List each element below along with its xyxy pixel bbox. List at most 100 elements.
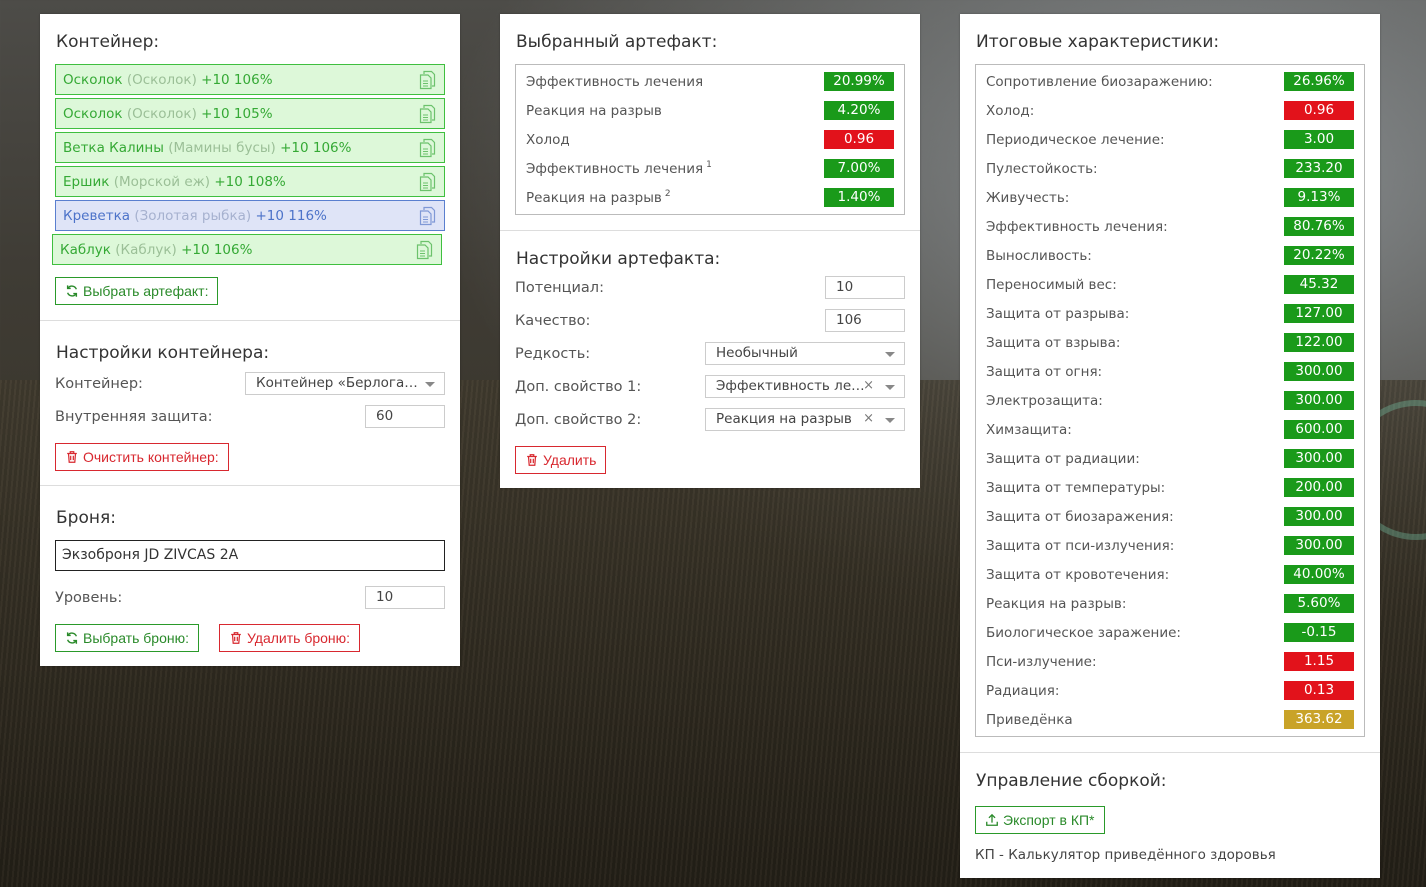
select-artifact-label: Выбрать артефакт: — [83, 283, 209, 299]
container-select-label: Контейнер: — [55, 375, 143, 392]
select-armor-button[interactable]: Выбрать броню: — [55, 624, 199, 652]
armor-name-input[interactable]: Экзоброня JD ZIVCAS 2A — [55, 540, 445, 571]
delete-armor-button[interactable]: Удалить броню: — [219, 624, 361, 652]
trash-icon — [67, 451, 77, 463]
stat-value: 7.00% — [824, 159, 894, 178]
stat-label: Защита от пси-излучения: — [986, 537, 1175, 554]
stat-label: Сопротивление биозаражению: — [986, 73, 1213, 90]
stat-label: Биологическое заражение: — [986, 624, 1181, 641]
trash-icon — [231, 632, 241, 644]
prop1-label: Доп. свойство 1: — [515, 378, 642, 395]
export-label: Экспорт в КП* — [1003, 812, 1095, 828]
item-level: +10 106% — [181, 242, 253, 258]
container-item[interactable]: Каблук (Каблук) +10 106% — [52, 234, 442, 265]
stat-value: 200.00 — [1284, 478, 1354, 497]
stat-row: Пулестойкость: 233.20 — [986, 154, 1354, 183]
stat-value: 300.00 — [1284, 449, 1354, 468]
stat-row: Приведёнка 363.62 — [986, 705, 1354, 734]
stat-label: Периодическое лечение: — [986, 131, 1165, 148]
container-item[interactable]: Ершик (Морской еж) +10 108% — [55, 166, 445, 197]
totals-stats-table: Сопротивление биозаражению: 26.96% Холод: 0… — [975, 64, 1365, 737]
stat-label: Живучесть: — [986, 189, 1070, 206]
stat-label: Химзащита: — [986, 421, 1072, 438]
stat-row: Периодическое лечение: 3.00 — [986, 125, 1354, 154]
copy-icon[interactable] — [419, 70, 436, 90]
potential-input[interactable]: 10 — [825, 276, 905, 299]
item-base: (Осколок) — [126, 72, 197, 88]
item-name: Ершик — [63, 174, 110, 190]
container-title: Контейнер: — [56, 32, 160, 52]
quality-input[interactable]: 106 — [825, 309, 905, 332]
stat-row: Электрозащита: 300.00 — [986, 386, 1354, 415]
rarity-label: Редкость: — [515, 345, 591, 362]
container-item[interactable]: Ветка Калины (Мамины бусы) +10 106% — [55, 132, 445, 163]
prop2-select[interactable]: Реакция на разрыв × — [705, 408, 905, 431]
stat-row: Эффективность лечения 20.99% — [526, 67, 894, 96]
item-name: Осколок — [63, 72, 123, 88]
container-settings-section: Настройки контейнера: Контейнер: Контейн… — [40, 321, 460, 486]
chevron-down-icon — [885, 385, 895, 390]
artifact-settings-title: Настройки артефакта: — [516, 249, 721, 269]
item-level: +10 108% — [214, 174, 286, 190]
delete-artifact-button[interactable]: Удалить — [515, 446, 607, 474]
copy-icon[interactable] — [419, 104, 436, 124]
delete-artifact-label: Удалить — [543, 452, 597, 468]
stat-label: Эффективность лечения 1 — [526, 160, 712, 177]
copy-icon[interactable] — [419, 172, 436, 192]
stat-value: 26.96% — [1284, 72, 1354, 91]
container-item[interactable]: Осколок (Осколок) +10 106% — [55, 64, 445, 95]
select-artifact-button[interactable]: Выбрать артефакт: — [55, 277, 219, 305]
refresh-icon — [66, 285, 78, 297]
item-level: +10 116% — [255, 208, 327, 224]
stat-row: Радиация: 0.13 — [986, 676, 1354, 705]
delete-armor-label: Удалить броню: — [247, 630, 351, 646]
stat-label: Холод: — [986, 102, 1035, 119]
export-button[interactable]: Экспорт в КП* — [975, 806, 1105, 834]
clear-container-label: Очистить контейнер: — [83, 449, 219, 465]
container-item[interactable]: Креветка (Золотая рыбка) +10 116% — [55, 200, 445, 231]
build-section: Управление сборкой: Экспорт в КП* КП - К… — [960, 753, 1380, 878]
artifact-settings-section: Настройки артефакта: Потенциал: 10 Качес… — [500, 231, 920, 488]
stat-value: 122.00 — [1284, 333, 1354, 352]
level-input[interactable]: 10 — [365, 586, 445, 609]
stat-footnote-mark: 2 — [664, 189, 671, 199]
clear-container-button[interactable]: Очистить контейнер: — [55, 443, 229, 471]
item-base: (Мамины бусы) — [168, 140, 276, 156]
stat-footnote-mark: 1 — [706, 160, 712, 170]
copy-icon[interactable] — [419, 206, 436, 226]
stat-row: Защита от взрыва: 122.00 — [986, 328, 1354, 357]
totals-panel: Итоговые характеристики: Сопротивление б… — [960, 14, 1380, 878]
container-item[interactable]: Осколок (Осколок) +10 105% — [55, 98, 445, 129]
stat-row: Холод 0.96 — [526, 125, 894, 154]
stat-value: 0.96 — [824, 130, 894, 149]
chevron-down-icon — [425, 382, 435, 387]
stat-label: Переносимый вес: — [986, 276, 1117, 293]
stat-label: Холод — [526, 131, 570, 148]
stat-row: Биологическое заражение: -0.15 — [986, 618, 1354, 647]
chevron-down-icon — [885, 352, 895, 357]
stat-value: 233.20 — [1284, 159, 1354, 178]
refresh-icon — [66, 632, 78, 644]
rarity-select[interactable]: Необычный — [705, 342, 905, 365]
clear-icon[interactable]: × — [863, 377, 874, 394]
clear-icon[interactable]: × — [863, 410, 874, 427]
stat-value: 4.20% — [824, 101, 894, 120]
prop1-select[interactable]: Эффективность ле… × — [705, 375, 905, 398]
copy-icon[interactable] — [416, 240, 433, 260]
stat-value: 45.32 — [1284, 275, 1354, 294]
inner-protection-input[interactable]: 60 — [365, 405, 445, 428]
stat-label: Защита от радиации: — [986, 450, 1140, 467]
stat-row: Холод: 0.96 — [986, 96, 1354, 125]
stat-value: 80.76% — [1284, 217, 1354, 236]
copy-icon[interactable] — [419, 138, 436, 158]
item-base: (Каблук) — [115, 242, 177, 258]
stat-value: 300.00 — [1284, 362, 1354, 381]
stat-label: Выносливость: — [986, 247, 1092, 264]
armor-title: Броня: — [56, 508, 116, 528]
upload-icon — [986, 813, 998, 826]
stat-value: 40.00% — [1284, 565, 1354, 584]
stat-row: Сопротивление биозаражению: 26.96% — [986, 67, 1354, 96]
stat-label: Пси-излучение: — [986, 653, 1097, 670]
container-select[interactable]: Контейнер «Берлога… — [245, 372, 445, 395]
stat-label: Защита от кровотечения: — [986, 566, 1170, 583]
